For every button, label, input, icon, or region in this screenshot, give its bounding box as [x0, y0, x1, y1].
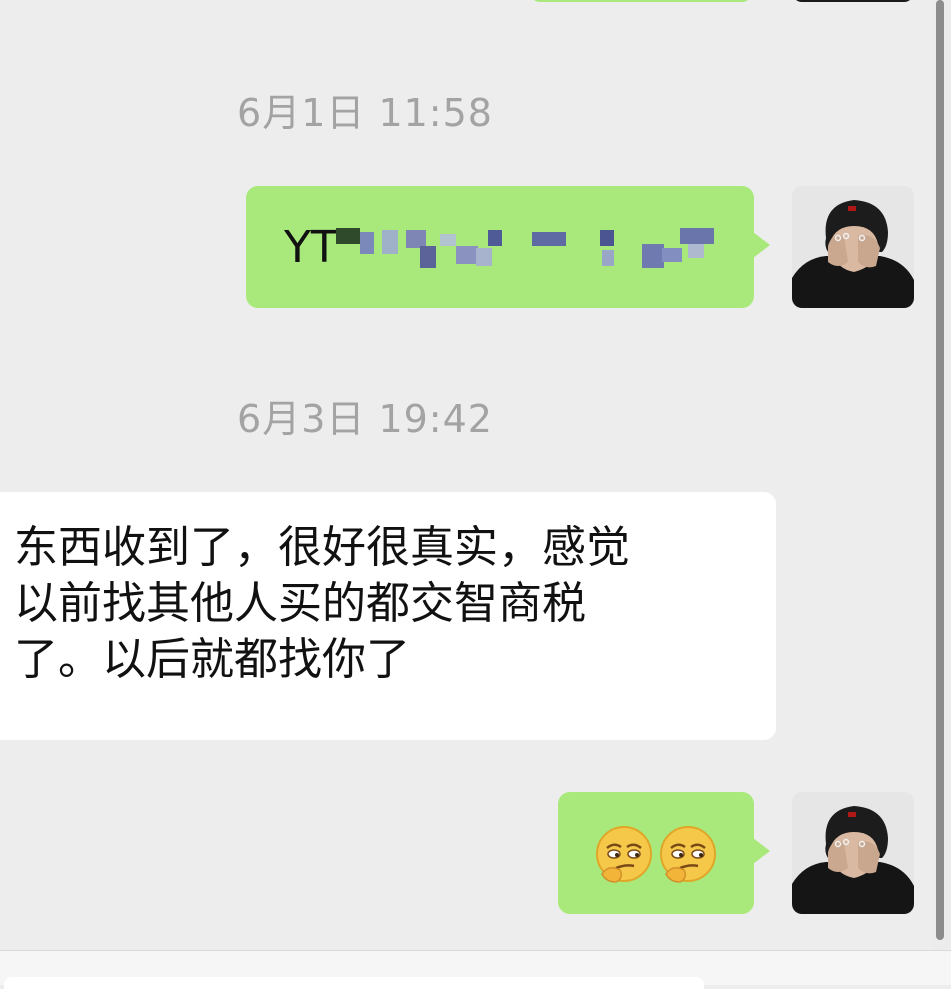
user-avatar[interactable]	[792, 186, 914, 308]
smirk-emoji-icon	[660, 826, 716, 883]
message-line: 了。以后就都找你了	[14, 634, 410, 685]
received-message-bubble[interactable]: 东西收到了，很好很真实，感觉 以前找其他人买的都交智商税 了。以后就都找你了	[0, 492, 776, 740]
message-line: 东西收到了，很好很真实，感觉	[14, 522, 630, 573]
previous-avatar[interactable]	[792, 0, 914, 2]
sent-emoji-bubble[interactable]	[558, 792, 770, 914]
user-avatar[interactable]	[792, 792, 914, 914]
chat-history[interactable]: 6月1日 11:58 YT 6月3日 19:42 东西收到了，很好很真实，感觉 …	[0, 0, 951, 984]
message-line: 以前找其他人买的都交智商税	[14, 578, 586, 629]
avatar-image	[792, 186, 914, 308]
scrollbar[interactable]	[933, 0, 951, 984]
message-input[interactable]	[4, 977, 704, 989]
timestamp: 6月3日 19:42	[237, 397, 493, 441]
avatar-image	[792, 792, 914, 914]
input-bar	[0, 950, 951, 989]
smirk-emoji-icon	[596, 826, 652, 883]
previous-sent-bubble[interactable]	[530, 0, 752, 2]
sent-message-bubble[interactable]: YT	[246, 186, 770, 308]
timestamp: 6月1日 11:58	[237, 91, 493, 135]
scrollbar-thumb[interactable]	[936, 0, 944, 940]
message-text: YT	[284, 222, 338, 273]
